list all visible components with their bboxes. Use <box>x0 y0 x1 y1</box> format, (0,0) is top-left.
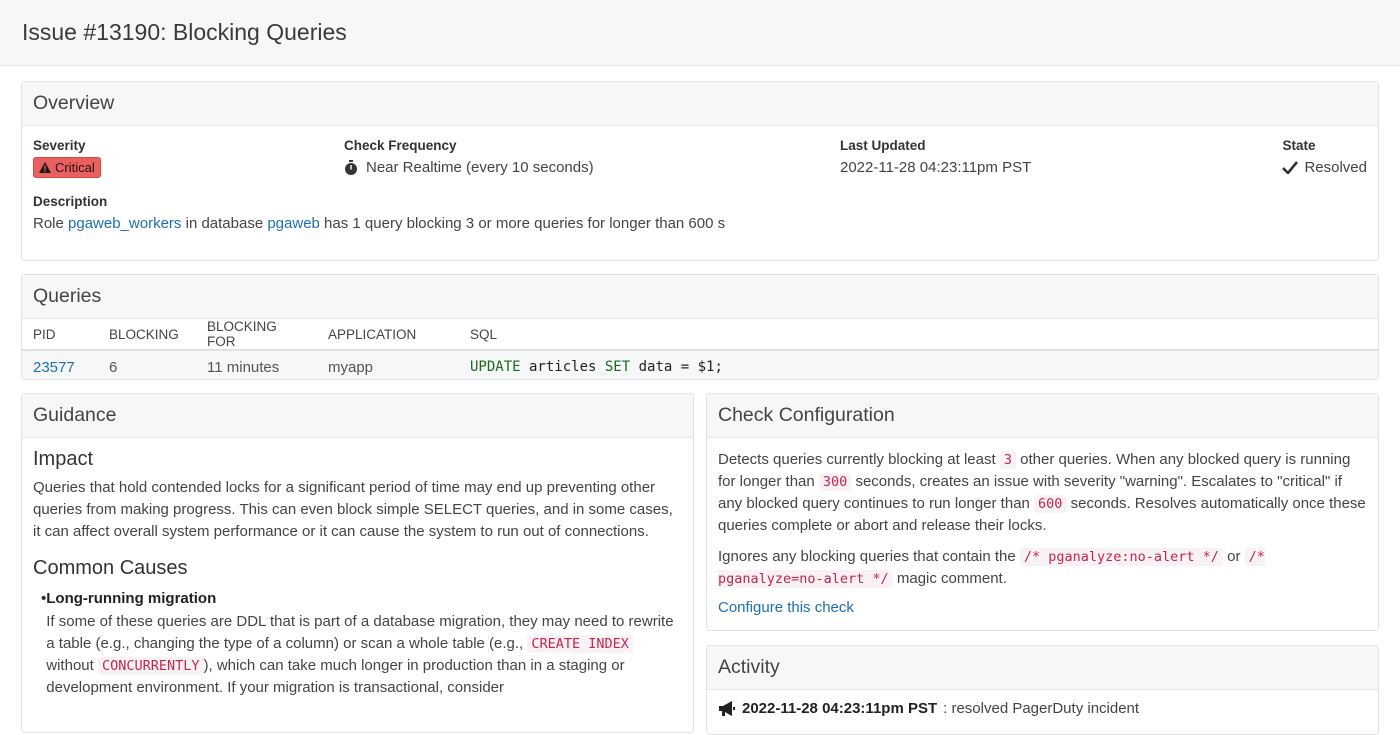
check-configuration-panel: Check Configuration Detects queries curr… <box>706 393 1379 631</box>
pid-link[interactable]: 23577 <box>33 359 75 376</box>
cause-title: Long-running migration <box>46 590 217 607</box>
cause-list-item: • Long-running migration If some of thes… <box>33 590 682 699</box>
description-text-part: in database <box>181 215 268 232</box>
column-header-sql: SQL <box>459 319 1378 351</box>
config-text-part: magic comment. <box>892 570 1007 587</box>
description-label: Description <box>33 194 108 209</box>
critical-seconds-code: 600 <box>1034 495 1067 513</box>
checkmark-icon <box>1282 161 1299 174</box>
impact-title: Impact <box>33 448 94 470</box>
megaphone-icon <box>719 700 735 716</box>
create-index-code: CREATE INDEX <box>527 635 633 653</box>
config-heading: Check Configuration <box>707 394 1378 438</box>
database-link[interactable]: pgaweb <box>267 215 320 232</box>
config-text-part: Detects queries currently blocking at le… <box>718 451 1000 468</box>
frequency-value: Near Realtime (every 10 seconds) <box>366 159 594 176</box>
causes-title: Common Causes <box>33 557 188 579</box>
sql-keyword: UPDATE <box>470 359 521 375</box>
description-text-part: has 1 query blocking 3 or more queries f… <box>319 215 726 232</box>
table-header-row: PID BLOCKING BLOCKING FOR APPLICATION SQ… <box>22 319 1378 351</box>
warning-triangle-icon <box>39 162 51 173</box>
threshold-count-code: 3 <box>999 451 1016 469</box>
description-field: Description Role pgaweb_workers in datab… <box>33 194 725 232</box>
queries-panel: Queries PID BLOCKING BLOCKING FOR APPLIC… <box>21 274 1379 380</box>
sql-keyword: SET <box>604 359 631 375</box>
sql-text: articles <box>520 359 605 375</box>
state-label: State <box>1282 138 1316 153</box>
warning-seconds-code: 300 <box>818 473 852 491</box>
application: myapp <box>317 350 459 379</box>
activity-text: : resolved PagerDuty incident <box>943 700 1140 717</box>
concurrently-code: CONCURRENTLY <box>97 657 204 675</box>
stopwatch-icon <box>345 160 357 175</box>
severity-field: Severity Critical <box>33 138 101 178</box>
config-text-part: Ignores any blocking queries that contai… <box>718 548 1020 565</box>
queries-heading: Queries <box>22 275 1378 319</box>
updated-value: 2022-11-28 04:23:11pm PST <box>840 159 1032 176</box>
cause-text-part: without <box>46 657 98 674</box>
config-ignore-text: Ignores any blocking queries that contai… <box>718 546 1367 590</box>
activity-timestamp: 2022-11-28 04:23:11pm PST <box>742 700 938 717</box>
description-text: Role pgaweb_workers in database pgaweb h… <box>33 215 725 232</box>
frequency-field: Check Frequency Near Realtime (every 10 … <box>344 138 594 176</box>
severity-label: Severity <box>33 138 86 153</box>
activity-heading: Activity <box>707 646 1378 690</box>
sql-cell: UPDATE articles SET data = $1; <box>459 350 1378 379</box>
overview-panel: Overview Severity Critical Check Frequen… <box>21 81 1379 261</box>
overview-heading: Overview <box>22 82 1378 126</box>
page-header: Issue #13190: Blocking Queries <box>0 0 1400 66</box>
configure-check-link[interactable]: Configure this check <box>718 599 854 616</box>
config-text-part: or <box>1222 548 1245 565</box>
column-header-blocking-for: BLOCKING FOR <box>196 319 317 351</box>
sql-text: data = $1; <box>630 359 723 375</box>
frequency-label: Check Frequency <box>344 138 457 153</box>
severity-value: Critical <box>55 160 95 175</box>
config-description: Detects queries currently blocking at le… <box>718 449 1367 537</box>
activity-panel: Activity 2022-11-28 04:23:11pm PST : reso… <box>706 645 1379 735</box>
blocking-count: 6 <box>98 350 196 379</box>
role-link[interactable]: pgaweb_workers <box>68 215 181 232</box>
description-text-part: Role <box>33 215 69 232</box>
page-title: Issue #13190: Blocking Queries <box>22 19 347 45</box>
blocking-for: 11 minutes <box>196 350 317 379</box>
column-header-application: APPLICATION <box>317 319 459 351</box>
state-field: State Resolved <box>1282 138 1367 176</box>
updated-field: Last Updated 2022-11-28 04:23:11pm PST <box>840 138 1031 176</box>
column-header-blocking: BLOCKING <box>98 319 196 351</box>
no-alert-comment-code: /* pganalyze:no-alert */ <box>1019 548 1223 566</box>
queries-table: PID BLOCKING BLOCKING FOR APPLICATION SQ… <box>22 319 1378 379</box>
state-value: Resolved <box>1304 159 1367 176</box>
impact-text: Queries that hold contended locks for a … <box>33 479 673 540</box>
table-row: 23577 6 11 minutes myapp UPDATE articles… <box>22 350 1378 379</box>
severity-badge: Critical <box>33 157 101 178</box>
guidance-panel: Guidance Impact Queries that hold conten… <box>21 393 694 733</box>
updated-label: Last Updated <box>840 138 926 153</box>
column-header-pid: PID <box>22 319 98 351</box>
guidance-heading: Guidance <box>22 394 693 438</box>
cause-text: If some of these queries are DDL that is… <box>46 611 682 699</box>
activity-item: 2022-11-28 04:23:11pm PST : resolved Page… <box>707 690 1378 727</box>
